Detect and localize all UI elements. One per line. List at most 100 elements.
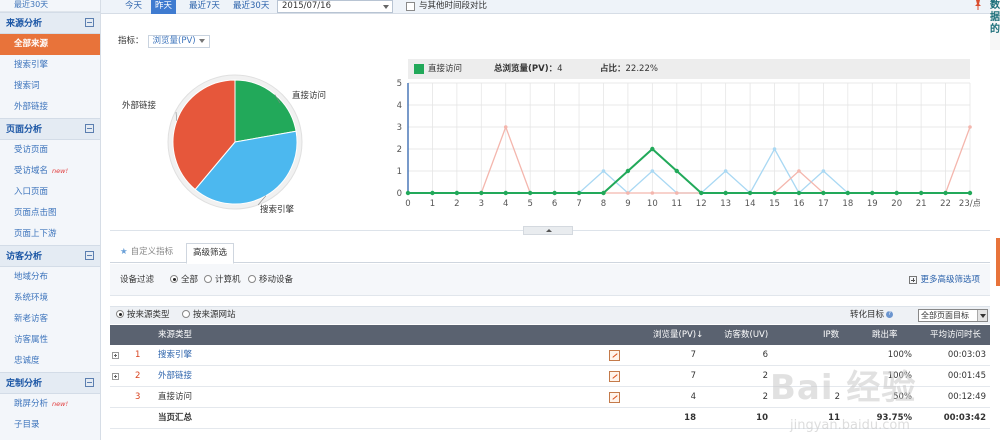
data-point[interactable]: [626, 191, 630, 195]
data-point[interactable]: [699, 190, 704, 196]
sidebar-item-search-words[interactable]: 搜索词: [0, 76, 100, 97]
last7-link[interactable]: 最近7天: [189, 0, 220, 14]
data-point[interactable]: [601, 190, 606, 196]
col-pv[interactable]: 浏览量(PV)↓: [653, 325, 703, 345]
data-point[interactable]: [576, 190, 582, 196]
data-point[interactable]: [405, 190, 411, 196]
collapse-icon[interactable]: [85, 378, 94, 387]
sidebar-item-jump-analysis[interactable]: 跳屏分析 new!: [0, 394, 100, 415]
data-point[interactable]: [479, 190, 484, 196]
sidebar-group-page[interactable]: 页面分析: [0, 118, 100, 140]
sidebar-item-visited-domains[interactable]: 受访域名 new!: [0, 161, 100, 182]
data-point[interactable]: [747, 190, 753, 196]
date-picker-input[interactable]: 2015/07/16: [277, 0, 393, 13]
sidebar-top-link[interactable]: 最近30天: [0, 0, 100, 12]
sidebar-item-subdirectory[interactable]: 子目录: [0, 415, 100, 436]
sidebar-item-loyalty[interactable]: 忠诚度: [0, 351, 100, 372]
sidebar-group-source[interactable]: 来源分析: [0, 12, 100, 34]
yesterday-link[interactable]: 昨天: [151, 0, 177, 14]
device-option-computer[interactable]: 计算机: [204, 264, 241, 296]
data-point[interactable]: [723, 169, 728, 173]
sidebar-item-visited-pages[interactable]: 受访页面: [0, 140, 100, 161]
data-point[interactable]: [650, 146, 655, 152]
sidebar-item-click-map[interactable]: 页面点击图: [0, 203, 100, 224]
sidebar-item-entry-pages[interactable]: 入口页面: [0, 182, 100, 203]
radio-icon[interactable]: [182, 309, 190, 318]
col-bounce[interactable]: 跳出率: [872, 325, 898, 345]
by-source-type[interactable]: 按来源类型: [116, 307, 170, 324]
collapse-icon[interactable]: [85, 18, 94, 27]
data-point[interactable]: [968, 125, 972, 129]
trend-chart-icon[interactable]: [609, 392, 620, 403]
data-point[interactable]: [503, 125, 508, 129]
trend-chart-icon[interactable]: [609, 371, 620, 382]
data-point[interactable]: [503, 190, 508, 196]
more-filters-link[interactable]: 更多高级筛选项: [909, 264, 980, 296]
sidebar-item-new-old[interactable]: 新老访客: [0, 309, 100, 330]
expand-row-icon[interactable]: [112, 373, 119, 380]
sidebar-group-visitor[interactable]: 访客分析: [0, 245, 100, 267]
data-point[interactable]: [967, 190, 973, 196]
chevron-down-icon[interactable]: [977, 310, 987, 321]
data-point[interactable]: [845, 190, 851, 196]
radio-icon[interactable]: [204, 274, 212, 283]
data-point[interactable]: [674, 168, 679, 174]
sidebar-group-custom[interactable]: 定制分析: [0, 372, 100, 394]
sidebar-item-external-links[interactable]: 外部链接: [0, 97, 100, 118]
collapse-icon[interactable]: [85, 251, 94, 260]
device-option-all[interactable]: 全部: [170, 264, 198, 296]
help-icon[interactable]: ?: [886, 311, 894, 318]
radio-icon[interactable]: [170, 274, 178, 283]
today-link[interactable]: 今天: [125, 0, 142, 14]
tab-advanced-filter[interactable]: 高级筛选: [186, 243, 235, 264]
row-source-link[interactable]: 外部链接: [158, 366, 192, 387]
col-uv[interactable]: 访客数(UV): [724, 325, 768, 345]
data-point[interactable]: [674, 191, 679, 195]
data-point[interactable]: [430, 190, 435, 196]
collapse-chart-handle[interactable]: [523, 226, 573, 235]
sidebar-item-system-env[interactable]: 系统环境: [0, 288, 100, 309]
data-point[interactable]: [772, 190, 777, 196]
data-point[interactable]: [650, 169, 655, 173]
trend-chart-icon[interactable]: [609, 350, 620, 361]
radio-icon[interactable]: [116, 309, 124, 318]
pin-icon[interactable]: [974, 0, 982, 10]
data-point[interactable]: [625, 168, 631, 174]
data-point[interactable]: [796, 190, 802, 196]
tab-custom-metrics[interactable]: ★ 自定义指标: [114, 243, 179, 263]
col-source-type[interactable]: 来源类型: [158, 325, 192, 345]
last30-link[interactable]: 最近30天: [233, 0, 269, 14]
conversion-target-select[interactable]: 全部页面目标: [918, 309, 988, 322]
data-point[interactable]: [772, 147, 777, 151]
data-point[interactable]: [894, 190, 899, 196]
side-feedback-tab[interactable]: [996, 238, 1000, 286]
radio-icon[interactable]: [248, 274, 256, 283]
data-point[interactable]: [552, 190, 557, 196]
sidebar-item-all-sources[interactable]: 全部来源: [0, 34, 100, 55]
collapse-icon[interactable]: [85, 124, 94, 133]
data-point[interactable]: [821, 169, 826, 173]
col-avg-duration[interactable]: 平均访问时长: [930, 325, 981, 345]
compare-checkbox[interactable]: [406, 2, 415, 11]
data-point[interactable]: [918, 190, 924, 196]
by-source-site[interactable]: 按来源网站: [182, 307, 236, 324]
row-source-link[interactable]: 搜索引擎: [158, 345, 192, 366]
sidebar-item-page-flow[interactable]: 页面上下游: [0, 224, 100, 245]
data-point[interactable]: [454, 190, 460, 196]
sidebar-item-visitor-attr[interactable]: 访客属性: [0, 330, 100, 351]
sidebar-item-region[interactable]: 地域分布: [0, 267, 100, 288]
data-point[interactable]: [723, 190, 728, 196]
data-point[interactable]: [870, 190, 875, 196]
data-point[interactable]: [650, 191, 655, 195]
data-point[interactable]: [527, 190, 533, 196]
col-ip[interactable]: IP数: [823, 325, 839, 345]
data-point[interactable]: [797, 169, 801, 173]
data-point[interactable]: [601, 169, 606, 173]
expand-row-icon[interactable]: [112, 352, 119, 359]
chevron-down-icon[interactable]: [383, 5, 389, 9]
device-option-mobile[interactable]: 移动设备: [248, 264, 293, 296]
data-point[interactable]: [821, 190, 826, 196]
indicator-dropdown[interactable]: 浏览量(PV): [147, 35, 210, 48]
data-point[interactable]: [943, 190, 948, 196]
sidebar-item-search-engine[interactable]: 搜索引擎: [0, 55, 100, 76]
